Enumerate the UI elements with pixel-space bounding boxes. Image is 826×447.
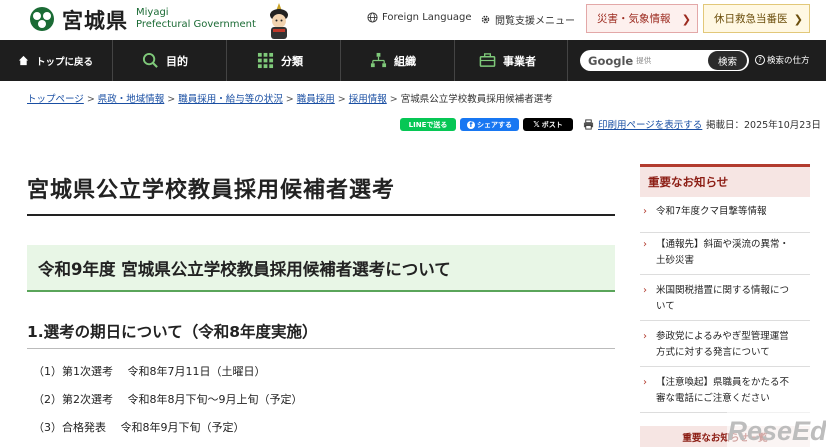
back-to-top-label: トップに戻る xyxy=(36,56,94,68)
notice-item-line2: 土砂災害 xyxy=(656,255,695,266)
title-divider xyxy=(27,214,615,216)
search-help-link[interactable]: ? 検索の仕方 xyxy=(755,54,810,66)
site-logo-en-line1: Miyagi xyxy=(136,7,169,18)
x-logo-icon: 𝕏 xyxy=(533,120,540,129)
accessibility-menu-label: 閲覧支援メニュー xyxy=(495,16,575,27)
facebook-share-button[interactable]: f シェアする xyxy=(460,118,519,131)
line-share-button[interactable]: LINEで送る xyxy=(400,118,456,131)
help-circle-icon: ? xyxy=(755,55,765,65)
search-button[interactable]: 検索 xyxy=(708,51,747,70)
nav-item-business[interactable]: 事業者 xyxy=(479,40,536,81)
chevron-right-icon: › xyxy=(643,285,647,296)
resed-watermark-logo: ReseEd xyxy=(727,408,826,447)
accessibility-menu-link[interactable]: 閲覧支援メニュー xyxy=(480,12,575,27)
nav-item-purpose[interactable]: 目的 xyxy=(142,40,188,81)
search-brand: Google xyxy=(588,53,634,68)
chevron-right-icon: › xyxy=(643,331,647,342)
print-page-link[interactable]: 印刷用ページを表示する xyxy=(583,117,702,131)
nav-item-business-label: 事業者 xyxy=(503,54,536,68)
org-chart-icon xyxy=(370,52,387,68)
section-heading-box: 令和9年度 宮城県公立学校教員採用候補者選考について xyxy=(27,245,615,292)
miyagi-logo-icon[interactable] xyxy=(27,6,57,32)
notice-item-line1: 【通報先】斜面や渓流の異常・ xyxy=(656,239,790,250)
disaster-info-button[interactable]: 災害・気象情報 ❯ xyxy=(586,4,698,33)
chevron-right-icon: › xyxy=(643,377,647,388)
schedule-item: （2）第2次選考 令和8年8月下旬～9月上旬（予定） xyxy=(33,393,303,406)
important-notice-heading: 重要なお知らせ xyxy=(640,164,810,197)
breadcrumb-current: 宮城県公立学校教員採用候補者選考 xyxy=(400,94,553,105)
important-notice-title: 重要なお知らせ xyxy=(648,175,729,189)
notice-item[interactable]: › 【通報先】斜面や渓流の異常・ 土砂災害 xyxy=(640,237,810,275)
breadcrumb-link[interactable]: 職員採用・給与等の状況 xyxy=(178,94,283,105)
facebook-icon: f xyxy=(467,120,475,129)
subsection-heading: 1.選考の期日について（令和8年度実施） xyxy=(27,323,318,341)
schedule-item: （1）第1次選考 令和8年7月11日（土曜日） xyxy=(33,365,266,378)
notice-item-line1: 令和7年度クマ目撃等情報 xyxy=(656,206,767,217)
site-logo-text[interactable]: 宮城県 xyxy=(62,5,128,35)
posted-date: 掲載日：2025年10月23日 xyxy=(706,120,821,131)
chevron-right-icon: ❯ xyxy=(681,13,691,26)
x-post-label: ポスト xyxy=(541,120,563,129)
chevron-right-icon: ❯ xyxy=(793,13,803,26)
nav-item-organization[interactable]: 組織 xyxy=(370,40,416,81)
notice-item[interactable]: › 令和7年度クマ目撃等情報 xyxy=(640,204,810,233)
print-page-label: 印刷用ページを表示する xyxy=(598,120,703,131)
facebook-share-label: シェアする xyxy=(477,120,512,129)
nav-item-category[interactable]: 分類 xyxy=(257,40,303,81)
subsection-divider xyxy=(27,348,615,349)
breadcrumb-link[interactable]: 採用情報 xyxy=(349,94,387,105)
notice-item[interactable]: › 米国関税措置に関する情報につ いて xyxy=(640,283,810,321)
holiday-doctor-label: 休日救急当番医 xyxy=(714,13,788,25)
site-header: 宮城県 Miyagi Prefectural Government Foreig… xyxy=(0,0,826,40)
disaster-info-label: 災害・気象情報 xyxy=(597,13,671,25)
breadcrumb: トップページ > 県政・地域情報 > 職員採用・給与等の状況 > 職員採用 > 採用情報 > 宮城県… xyxy=(27,94,553,105)
page-title: 宮城県公立学校教員採用候補者選考 xyxy=(27,178,396,203)
breadcrumb-link[interactable]: 県政・地域情報 xyxy=(98,94,165,105)
site-logo-en-line2: Prefectural Government xyxy=(136,19,256,30)
notice-item-line1: 米国関税措置に関する情報につ xyxy=(656,285,790,296)
foreign-language-label: Foreign Language xyxy=(382,12,472,23)
holiday-doctor-button[interactable]: 休日救急当番医 ❯ xyxy=(703,4,810,33)
foreign-language-link[interactable]: Foreign Language xyxy=(367,12,472,23)
chevron-right-icon: › xyxy=(643,206,647,217)
nav-divider xyxy=(112,40,113,81)
nav-divider xyxy=(226,40,227,81)
globe-icon xyxy=(367,12,378,23)
nav-divider xyxy=(454,40,455,81)
nav-item-purpose-label: 目的 xyxy=(166,54,188,68)
schedule-item: （3）合格発表 令和8年9月下旬（予定） xyxy=(33,421,245,434)
breadcrumb-link[interactable]: トップページ xyxy=(27,94,84,105)
gear-icon xyxy=(481,15,490,24)
chevron-right-icon: › xyxy=(643,239,647,250)
briefcase-icon xyxy=(479,53,496,67)
x-post-button[interactable]: 𝕏 ポスト xyxy=(523,118,573,131)
section-heading: 令和9年度 宮城県公立学校教員採用候補者選考について xyxy=(38,259,451,279)
notice-item[interactable]: › 参政党によるみやぎ型管理運営 方式に対する発言について xyxy=(640,329,810,367)
nav-item-category-label: 分類 xyxy=(281,54,303,68)
notice-item-line1: 【注意喚起】県職員をかたる不 xyxy=(656,377,790,388)
notice-item-line2: 審な電話にご注意ください xyxy=(656,393,770,404)
grid-icon xyxy=(257,52,274,69)
nav-divider xyxy=(567,40,568,81)
search-icon xyxy=(142,52,158,68)
nav-divider xyxy=(340,40,341,81)
notice-item-line1: 参政党によるみやぎ型管理運営 xyxy=(656,331,789,342)
nav-item-organization-label: 組織 xyxy=(394,54,416,68)
breadcrumb-link[interactable]: 職員採用 xyxy=(297,94,335,105)
search-brand-sub: 提供 xyxy=(636,56,652,65)
notice-item-line2: 方式に対する発言について xyxy=(656,347,770,358)
search-help-label: 検索の仕方 xyxy=(767,56,810,66)
mascot-icon xyxy=(270,3,288,39)
printer-icon xyxy=(583,118,594,130)
home-icon xyxy=(18,55,29,66)
back-to-top-link[interactable]: トップに戻る xyxy=(18,40,93,81)
notice-item-line2: いて xyxy=(656,301,675,312)
line-share-label: LINEで送る xyxy=(408,120,448,129)
svg-text:ReseEd: ReseEd xyxy=(727,416,826,446)
